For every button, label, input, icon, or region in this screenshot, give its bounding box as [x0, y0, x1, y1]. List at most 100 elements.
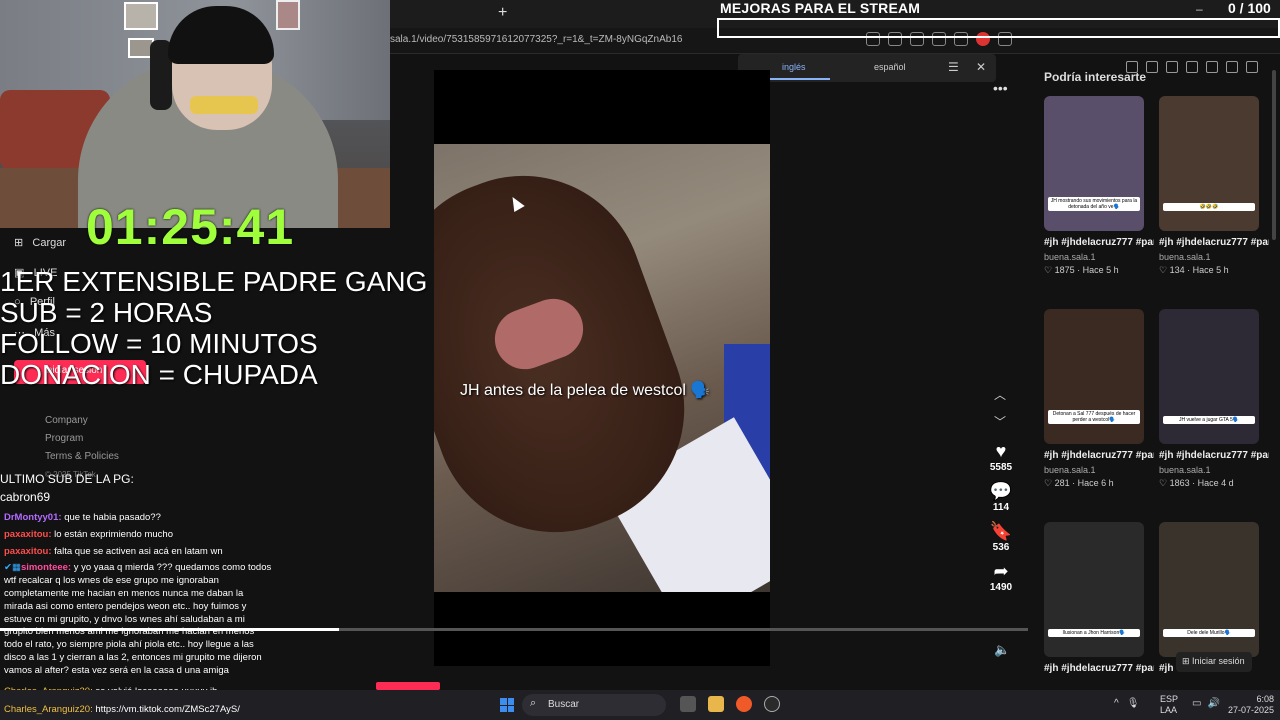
video-thumbnail[interactable]: Detonan a Sal 777 después de hacer perde… — [1044, 309, 1144, 444]
save-button[interactable]: 🔖 536 — [984, 520, 1018, 553]
translate-tab-english[interactable]: inglés — [782, 62, 806, 72]
search-icon: ⌕ — [530, 697, 537, 709]
recommendation-card[interactable]: Detonan a Sal 777 después de hacer perde… — [1044, 309, 1154, 489]
chat-username: simonteee: — [20, 562, 72, 574]
chat-message: paxaxitou: falta que se activen asi acá … — [4, 546, 274, 559]
video-thumbnail[interactable]: JH vuelve a jugar GTA 5🗣️ — [1159, 309, 1259, 444]
video-actions: ♥ 5585 💬 114 🔖 536 ➦ 1490 — [984, 440, 1018, 600]
obs-icon[interactable] — [764, 696, 780, 712]
footer-link[interactable]: Company — [45, 412, 119, 430]
save-count: 536 — [992, 542, 1010, 553]
new-tab-button[interactable]: + — [498, 4, 507, 22]
chat-text: y yo yaaa q mierda ??? quedamos como tod… — [4, 562, 272, 676]
last-sub: ULTIMO SUB DE LA PG: cabron69 — [0, 470, 134, 506]
card-author[interactable]: buena.sala.1 — [1044, 465, 1146, 475]
chat-text: falta que se activen asi acá en latam wn — [54, 545, 223, 557]
goal-count: 0 / 100 — [1228, 0, 1271, 16]
chat-message: paxaxitou: lo están exprimiendo mucho — [4, 529, 274, 542]
card-likes: 281 — [1054, 478, 1070, 488]
vpn-icon[interactable] — [1226, 61, 1238, 73]
heart-outline-icon: ♡ — [1159, 478, 1170, 488]
login-button-partial[interactable] — [376, 682, 440, 690]
card-caption[interactable]: #jh #jhdelacruz777 #paratiiiiiiiiiiiiiii… — [1044, 449, 1154, 463]
heart-outline-icon: ♡ — [1159, 265, 1170, 275]
volume-icon[interactable]: 🔈 — [994, 642, 1010, 658]
translate-menu-icon[interactable]: ☰ — [948, 60, 959, 74]
scrollbar[interactable] — [1272, 70, 1276, 240]
taskbar-search[interactable]: ⌕ Buscar — [522, 694, 666, 716]
video-thumbnail[interactable]: 🤣🤣🤣 — [1159, 96, 1259, 231]
microphone-icon[interactable]: 🎙 — [1127, 698, 1140, 709]
last-sub-label: ULTIMO SUB DE LA PG: — [0, 472, 134, 486]
windows-start-icon[interactable] — [500, 698, 514, 712]
footer-link[interactable]: Terms & Policies — [45, 448, 119, 466]
video-thumbnail[interactable]: Dele dele Murillo🗣️ — [1159, 522, 1259, 657]
like-button[interactable]: ♥ 5585 — [984, 440, 1018, 473]
chat-text: que te habia pasado?? — [64, 512, 161, 523]
card-author[interactable]: buena.sala.1 — [1044, 252, 1146, 262]
start-session-button[interactable]: ⊞ Iniciar sesión — [1176, 652, 1252, 672]
network-icon[interactable]: ▭ — [1192, 698, 1201, 709]
media-icon[interactable] — [1146, 61, 1158, 73]
heart-icon: ♥ — [995, 441, 1007, 461]
task-view-icon[interactable] — [680, 696, 696, 712]
goal-title: MEJORAS PARA EL STREAM — [720, 0, 921, 16]
recommendation-card[interactable]: JH vuelve a jugar GTA 5🗣️ #jh #jhdelacruz… — [1159, 309, 1269, 489]
menu-icon[interactable] — [1246, 61, 1258, 73]
video-thumbnail[interactable]: JH mostrando sus movimientos para la det… — [1044, 96, 1144, 231]
recommendation-card[interactable]: 🤣🤣🤣 #jh #jhdelacruz777 #paratiiiiiiiiiiii… — [1159, 96, 1269, 276]
footer-link[interactable]: Program — [45, 430, 119, 448]
card-stats: ♡ 281 · Hace 6 h — [1044, 478, 1114, 488]
thumbnail-text: JH vuelve a jugar GTA 5🗣️ — [1163, 416, 1255, 424]
url-text[interactable]: sala.1/video/7531585971612077325?_r=1&_t… — [390, 34, 682, 45]
wallet-icon[interactable] — [1206, 61, 1218, 73]
clock[interactable]: 6:08 27-07-2025 — [1224, 694, 1274, 716]
rule-line: SUB = 2 HORAS — [0, 297, 213, 328]
chevron-up-icon[interactable]: ︿ — [994, 386, 1006, 403]
card-caption[interactable]: #jh #jhdelacruz777 #paratiiiiiiiiiiiiiii… — [1044, 236, 1154, 250]
extensions-icon[interactable] — [1186, 61, 1198, 73]
card-caption[interactable]: #jh #jhdelacruz777 #paratiiiiiiiiiiiiiii… — [1159, 236, 1269, 250]
card-caption[interactable]: #jh #jhdelacruz777 #paratiiiiiiiiiiiiiii… — [1159, 449, 1269, 463]
rule-line: DONACION = CHUPADA — [0, 359, 318, 390]
chevron-up-icon[interactable]: ^ — [1114, 698, 1119, 709]
language-indicator[interactable]: ESP LAA — [1160, 694, 1178, 716]
video-progress-bar[interactable] — [0, 628, 1028, 631]
recommendations-title: Podría interesarte — [1044, 70, 1147, 84]
video-thumbnail[interactable]: Ilusionan a Jhon Harrison🗣️ — [1044, 522, 1144, 657]
recommendation-card[interactable]: JH mostrando sus movimientos para la det… — [1044, 96, 1154, 276]
share-button[interactable]: ➦ 1490 — [984, 560, 1018, 593]
recommendation-card[interactable]: Ilusionan a Jhon Harrison🗣️ #jh #jhdelacr… — [1044, 522, 1154, 676]
thumbnail-text: Ilusionan a Jhon Harrison🗣️ — [1048, 629, 1140, 637]
more-options-icon[interactable]: ••• — [993, 80, 1008, 96]
rule-line: 1ER EXTENSIBLE PADRE GANG — [0, 266, 428, 297]
chat-text: https://vm.tiktok.com/ZMSc27AyS/ — [95, 704, 240, 715]
card-caption[interactable]: #jh #jhdelacruz777 #paratiiiiiiiiiiiiiii… — [1044, 662, 1154, 676]
volume-icon[interactable]: 🔊 — [1207, 698, 1219, 709]
chevron-down-icon[interactable]: ﹀ — [994, 413, 1006, 430]
subathon-rules: 1ER EXTENSIBLE PADRE GANG SUB = 2 HORAS … — [0, 266, 427, 390]
chat-message: DrMontyy01: que te habia pasado?? — [4, 512, 274, 525]
card-stats: ♡ 1875 · Hace 5 h — [1044, 265, 1119, 275]
minimize-icon[interactable]: – — [1196, 2, 1203, 16]
chat-overlay: DrMontyy01: que te habia pasado?? paxaxi… — [0, 512, 390, 678]
brave-browser-icon[interactable] — [736, 696, 752, 712]
chat-message: ✔▦simonteee: y yo yaaa q mierda ??? qued… — [4, 562, 274, 677]
comment-button[interactable]: 💬 114 — [984, 480, 1018, 513]
sidebar-item-upload[interactable]: ⊞ Cargar — [14, 236, 66, 249]
comment-count: 114 — [992, 502, 1010, 513]
card-author[interactable]: buena.sala.1 — [1159, 252, 1261, 262]
video-player[interactable]: JH antes de la pelea de westcol 🗣️ — [434, 144, 770, 592]
bookmark-icon: 🔖 — [989, 521, 1013, 541]
close-icon[interactable]: ✕ — [976, 60, 986, 74]
translate-tab-spanish[interactable]: español — [874, 62, 906, 72]
badge-icon: ✔▦ — [4, 562, 21, 574]
goal-progress-bar — [717, 18, 1280, 38]
stream-timer: 01:25:41 — [86, 199, 295, 255]
file-explorer-icon[interactable] — [708, 696, 724, 712]
comment-icon: 💬 — [989, 481, 1013, 501]
sidebar-icon[interactable] — [1166, 61, 1178, 73]
card-author[interactable]: buena.sala.1 — [1159, 465, 1261, 475]
screen: { "browser": { "new_tab": "+", "url": "s… — [0, 0, 1280, 720]
like-count: 5585 — [989, 462, 1013, 473]
